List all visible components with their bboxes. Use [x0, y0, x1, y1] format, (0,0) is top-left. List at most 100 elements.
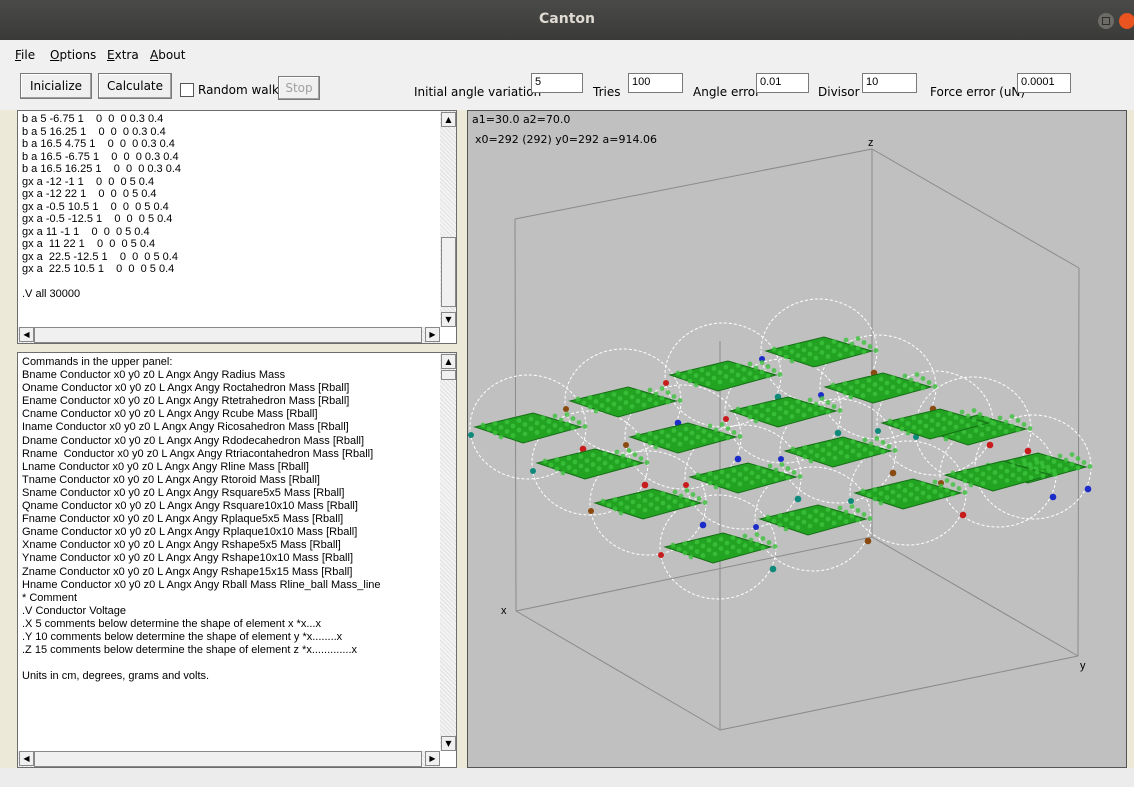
plate-sphere: [1016, 467, 1022, 472]
plate-sphere: [737, 481, 743, 487]
plate-sphere: [641, 393, 647, 398]
plate-sphere: [620, 463, 626, 468]
connector-ball: [683, 482, 689, 488]
editor-scroll-right-button[interactable]: ▶: [425, 327, 440, 342]
menu-options[interactable]: Options: [50, 48, 96, 62]
3d-scene[interactable]: z x y: [468, 111, 1126, 767]
box-edge: [514, 148, 873, 220]
plate-sphere: [861, 349, 867, 355]
maximize-button[interactable]: [1098, 13, 1114, 29]
plate-sphere: [832, 446, 838, 451]
help-hscroll-thumb[interactable]: [34, 751, 422, 767]
help-scroll-up-button[interactable]: ▲: [441, 354, 456, 369]
stop-button[interactable]: Stop: [278, 76, 320, 100]
connector-ball: [959, 511, 967, 519]
editor-scroll-left-button[interactable]: ◀: [19, 327, 34, 342]
help-line: Rname Conductor x0 y0 z0 L Angx Angy Rtr…: [22, 447, 374, 460]
tries-field[interactable]: 100: [628, 73, 683, 93]
plate-sphere: [766, 540, 772, 545]
plate-sphere: [659, 386, 665, 391]
plate-sphere: [935, 412, 941, 418]
editor-horizontal-scrollbar[interactable]: ◀ ▶: [18, 327, 440, 343]
plate-sphere: [743, 476, 749, 481]
plate-sphere: [917, 429, 923, 434]
plate-sphere: [747, 361, 753, 367]
plate-sphere: [850, 448, 856, 454]
plate-sphere: [730, 535, 736, 540]
plate-sphere: [510, 423, 516, 429]
plate-sphere: [528, 426, 534, 431]
plate-sphere: [614, 449, 620, 455]
editor-scroll-thumb[interactable]: [441, 237, 456, 307]
command-editor[interactable]: b a 5 -6.75 1 0 0 0 0.3 0.4 b a 5 16.25 1…: [17, 110, 457, 344]
plate-sphere: [797, 474, 803, 479]
menu-file[interactable]: File: [15, 48, 35, 62]
plate-sphere: [1022, 461, 1028, 467]
help-line: [19, 657, 438, 670]
help-scroll-thumb[interactable]: [441, 370, 456, 380]
plate-sphere: [705, 371, 711, 377]
plate-sphere: [711, 375, 717, 381]
plate-sphere: [1057, 463, 1063, 468]
connector-ball: [794, 495, 802, 503]
plate-sphere: [911, 415, 917, 421]
axis-x-label: x: [501, 605, 507, 617]
connector-ball: [623, 442, 629, 448]
plate-sphere: [632, 452, 638, 457]
conductor-plates: [473, 336, 1093, 564]
random-walk-checkbox[interactable]: [180, 83, 194, 97]
plate-sphere: [878, 491, 884, 496]
divisor-field[interactable]: 10: [862, 73, 917, 93]
plate-sphere: [725, 435, 731, 441]
initialize-button[interactable]: Inicialize: [20, 73, 92, 99]
plate-sphere: [849, 504, 855, 509]
help-horizontal-scrollbar[interactable]: ◀ ▶: [18, 751, 440, 767]
editor-scroll-up-button[interactable]: ▲: [441, 112, 456, 127]
box-edge: [871, 148, 1080, 269]
plate-sphere: [647, 440, 653, 446]
calculate-button[interactable]: Calculate: [98, 73, 172, 99]
connector-ball: [1049, 493, 1057, 501]
help-panel[interactable]: Commands in the upper panel: Bname Conduc…: [17, 352, 457, 768]
plate-sphere: [1046, 468, 1052, 473]
plate-sphere: [968, 482, 974, 488]
editor-text[interactable]: b a 5 -6.75 1 0 0 0 0.3 0.4 b a 5 16.25 1…: [19, 113, 438, 301]
plate-sphere: [826, 451, 832, 457]
help-scroll-left-button[interactable]: ◀: [19, 751, 34, 766]
menu-extra[interactable]: Extra: [107, 48, 139, 62]
editor-scroll-down-button[interactable]: ▼: [441, 312, 456, 327]
plate-sphere: [735, 372, 741, 378]
initial-angle-variation-field[interactable]: 5: [531, 73, 583, 93]
plate-sphere: [642, 507, 648, 513]
connector-ball: [641, 481, 649, 489]
force-error-field[interactable]: 0.0001: [1017, 73, 1071, 93]
plate-sphere: [618, 510, 624, 516]
plate-sphere: [735, 363, 741, 368]
plate-sphere: [979, 432, 985, 437]
plate-sphere: [741, 376, 747, 382]
plate-sphere: [926, 485, 932, 490]
connector-ball: [723, 416, 729, 422]
plate-sphere: [687, 369, 693, 374]
plate-sphere: [1010, 472, 1016, 478]
editor-vertical-scrollbar[interactable]: ▲ ▼: [440, 111, 456, 327]
plate-sphere: [683, 426, 689, 432]
plate-sphere: [1063, 467, 1069, 472]
plate-sphere: [926, 494, 932, 500]
plate-sphere: [935, 422, 941, 427]
plate-sphere: [498, 434, 504, 440]
3d-view-canvas[interactable]: a1=30.0 a2=70.0 x0=292 (292) y0=292 a=91…: [467, 110, 1127, 768]
help-scroll-right-button[interactable]: ▶: [425, 751, 440, 766]
editor-hscroll-thumb[interactable]: [34, 327, 422, 343]
menu-about[interactable]: About: [150, 48, 186, 62]
help-scroll-down-button[interactable]: ▼: [441, 736, 456, 751]
angle-error-field[interactable]: 0.01: [756, 73, 809, 93]
plate-sphere: [923, 414, 929, 419]
plate-sphere: [749, 470, 755, 476]
plate-sphere: [838, 450, 844, 455]
close-button[interactable]: [1119, 13, 1134, 29]
plate-sphere: [825, 507, 831, 512]
help-line: Units in cm, degrees, grams and volts.: [22, 670, 210, 683]
menu-file-label: ile: [21, 48, 36, 62]
help-vertical-scrollbar[interactable]: ▲ ▼: [440, 353, 456, 751]
